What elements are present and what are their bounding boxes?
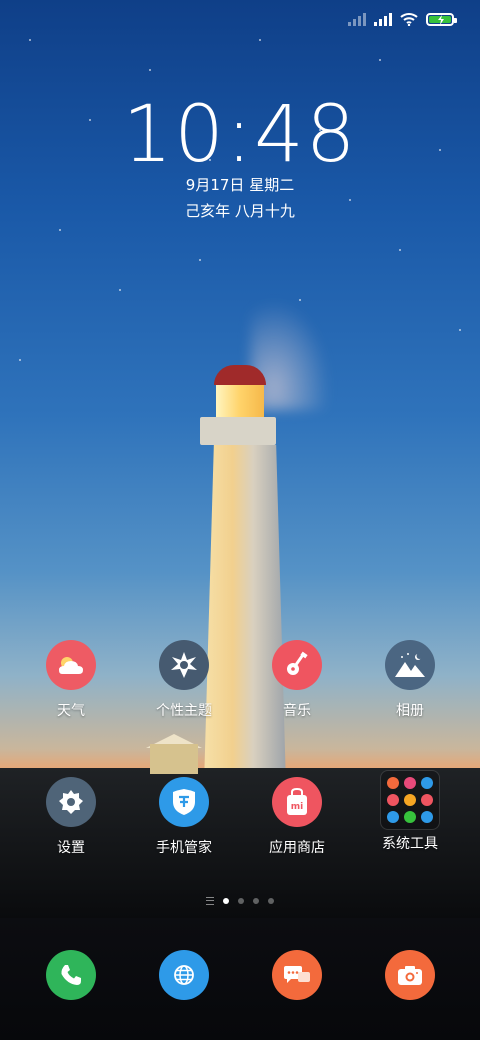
- globe-icon: [159, 950, 209, 1000]
- lunar-date-text: 己亥年 八月十九: [185, 202, 295, 220]
- clock-time: 10:48: [122, 90, 358, 180]
- app-label: 个性主题: [156, 703, 212, 719]
- lighthouse-lamp: [216, 381, 264, 417]
- svg-text:mi: mi: [291, 802, 303, 812]
- app-label: 相册: [396, 703, 424, 719]
- theme-icon: [159, 640, 209, 690]
- app-store[interactable]: mi 应用商店: [247, 777, 347, 857]
- dock-camera[interactable]: [360, 950, 460, 1000]
- app-label: 设置: [57, 840, 85, 856]
- signal-full-icon: [374, 12, 392, 26]
- date-text: 9月17日 星期二: [185, 176, 295, 194]
- lighthouse-gallery: [200, 417, 276, 445]
- settings-icon: [46, 777, 96, 827]
- weather-icon: [46, 640, 96, 690]
- app-music[interactable]: 音乐: [247, 640, 347, 720]
- app-label: 手机管家: [156, 840, 212, 856]
- app-security[interactable]: 手机管家: [134, 777, 234, 857]
- page-dot: [223, 898, 229, 904]
- dock-phone[interactable]: [21, 950, 121, 1000]
- lighthouse-tower: [204, 445, 286, 785]
- lighthouse-dome: [214, 365, 266, 385]
- battery-charging-icon: [426, 12, 457, 26]
- app-label: 天气: [57, 703, 85, 719]
- messages-icon: [272, 950, 322, 1000]
- cottage: [150, 744, 198, 774]
- folder-system-tools[interactable]: 系统工具: [360, 770, 460, 853]
- app-label: 音乐: [283, 703, 311, 719]
- app-store-icon: mi: [272, 777, 322, 827]
- page-indicator[interactable]: [0, 897, 480, 905]
- phone-icon: [46, 950, 96, 1000]
- app-settings[interactable]: 设置: [21, 777, 121, 857]
- page-dot: [268, 898, 274, 904]
- page-dot: [238, 898, 244, 904]
- dock-messages[interactable]: [247, 950, 347, 1000]
- system-tools-folder-icon: [380, 770, 440, 830]
- app-weather[interactable]: 天气: [21, 640, 121, 720]
- page-dot: [253, 898, 259, 904]
- app-themes[interactable]: 个性主题: [134, 640, 234, 720]
- app-label: 系统工具: [382, 836, 438, 852]
- security-icon: [159, 777, 209, 827]
- signal-weak-icon: [348, 12, 366, 26]
- app-label: 应用商店: [269, 840, 325, 856]
- dock-browser[interactable]: [134, 950, 234, 1000]
- gallery-icon: [385, 640, 435, 690]
- app-gallery[interactable]: 相册: [360, 640, 460, 720]
- status-bar: [348, 12, 457, 26]
- camera-icon: [385, 950, 435, 1000]
- music-icon: [272, 640, 322, 690]
- wifi-icon: [400, 13, 418, 26]
- menu-lines-icon: [206, 897, 214, 905]
